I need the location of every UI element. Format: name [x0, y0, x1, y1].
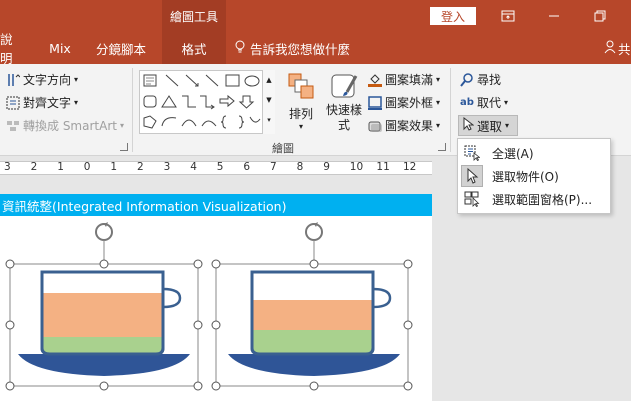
- ribbon-separator: [132, 68, 133, 152]
- cursor-icon: [461, 165, 483, 187]
- find-label: 尋找: [477, 73, 502, 87]
- share-button[interactable]: 共: [604, 32, 631, 64]
- align-text-label: 對齊文字: [23, 96, 72, 110]
- ruler-number: 12: [403, 161, 417, 173]
- context-tool-label: 繪圖工具: [162, 0, 226, 32]
- rotate-handle-icon[interactable]: [95, 222, 113, 264]
- scroll-up-icon[interactable]: ▲: [263, 70, 275, 90]
- align-text-icon: [6, 96, 20, 110]
- smartart-label: 轉換成 SmartArt: [23, 119, 117, 133]
- text-direction-button[interactable]: 文字方向 ▾: [6, 71, 78, 88]
- select-button[interactable]: 選取 ▾: [458, 115, 518, 136]
- quick-styles-button[interactable]: 快速樣式: [322, 72, 366, 133]
- convert-smartart-button[interactable]: 轉換成 SmartArt ▾: [6, 117, 124, 134]
- share-label: 共: [618, 41, 631, 57]
- ruler-number: 2: [30, 161, 38, 173]
- menu-item-label: 全選(A): [492, 146, 534, 161]
- restore-icon[interactable]: [590, 6, 610, 26]
- lightbulb-icon: [234, 40, 246, 57]
- arrange-button[interactable]: 排列 ▾: [284, 72, 318, 131]
- quick-styles-label: 快速樣式: [325, 103, 362, 132]
- ruler-number: 0: [83, 161, 91, 173]
- ruler-number: 11: [376, 161, 390, 173]
- ruler-number: 4: [190, 161, 197, 173]
- ruler-number: 9: [323, 161, 330, 173]
- chevron-down-icon: ▾: [119, 121, 124, 130]
- effects-icon: [368, 119, 382, 133]
- select-label: 選取: [477, 119, 503, 134]
- drawing-group-launcher-icon[interactable]: [438, 143, 446, 151]
- menu-item-select-objects[interactable]: 選取物件(O): [458, 164, 610, 188]
- person-icon: [604, 40, 618, 57]
- tab-help[interactable]: 說明: [0, 32, 24, 66]
- ruler-number: 2: [137, 161, 144, 173]
- tab-format[interactable]: 格式: [162, 32, 226, 64]
- shape-effects-button[interactable]: 圖案效果 ▾: [368, 117, 440, 134]
- tell-me-search[interactable]: 告訴我您想做什麼: [234, 32, 350, 64]
- ruler-number: 5: [216, 161, 224, 173]
- drawing-group-label: 繪圖: [272, 142, 294, 155]
- ruler-number: 3: [163, 161, 171, 173]
- ruler-number: 1: [110, 161, 118, 173]
- shapes-gallery-icons: [143, 74, 261, 129]
- text-group-launcher-icon[interactable]: [120, 143, 128, 151]
- chevron-down-icon: ▾: [436, 121, 441, 130]
- cups-illustration[interactable]: [0, 216, 432, 401]
- ruler-number: 6: [243, 161, 251, 173]
- chevron-down-icon: ▾: [436, 75, 441, 84]
- tell-me-label: 告訴我您想做什麼: [250, 41, 351, 57]
- ruler-number: 8: [296, 161, 304, 173]
- search-icon: [460, 72, 474, 87]
- more-shapes-icon[interactable]: ▾: [263, 110, 275, 130]
- replace-icon: ab: [460, 96, 474, 108]
- arrange-label: 排列: [288, 107, 313, 121]
- menu-item-label: 選取物件(O): [492, 169, 559, 184]
- gallery-scrollbar[interactable]: ▲ ▼ ▾: [262, 70, 275, 134]
- smartart-icon: [6, 119, 20, 133]
- shape-effects-label: 圖案效果: [385, 119, 434, 133]
- shape-outline-button[interactable]: 圖案外框 ▾: [368, 94, 440, 111]
- ruler-number: 3: [4, 161, 11, 173]
- signin-button[interactable]: 登入: [430, 7, 476, 25]
- replace-label: 取代: [477, 96, 502, 110]
- select-all-icon: [461, 142, 483, 164]
- chevron-down-icon: ▾: [504, 98, 509, 107]
- shapes-gallery[interactable]: [139, 70, 275, 134]
- shape-fill-button[interactable]: 圖案填滿 ▾: [368, 71, 440, 88]
- tab-mix[interactable]: Mix: [44, 32, 76, 64]
- ribbon-display-options-icon[interactable]: [498, 6, 518, 26]
- shape-fill-label: 圖案填滿: [385, 73, 434, 87]
- chevron-down-icon: ▾: [74, 75, 79, 84]
- align-text-button[interactable]: 對齊文字 ▾: [6, 94, 78, 111]
- ribbon-separator: [450, 68, 451, 152]
- replace-button[interactable]: ab 取代 ▾: [460, 94, 508, 111]
- ruler-number: 1: [57, 161, 64, 173]
- shape-outline-label: 圖案外框: [385, 96, 434, 110]
- chevron-down-icon: ▾: [74, 98, 79, 107]
- text-direction-label: 文字方向: [23, 73, 72, 87]
- ruler-number: 10: [349, 161, 364, 173]
- tab-storyboard[interactable]: 分鏡腳本: [90, 32, 152, 64]
- arrange-icon: [287, 72, 315, 103]
- slide-title[interactable]: 資訊統整(Integrated Information Visualizatio…: [0, 194, 432, 216]
- paint-bucket-icon: [368, 73, 382, 87]
- quick-styles-icon: [329, 72, 359, 103]
- chevron-down-icon: ▾: [436, 98, 441, 107]
- cursor-icon: [462, 116, 475, 134]
- rotate-handle-icon[interactable]: [305, 222, 323, 264]
- chevron-down-icon: ▾: [298, 122, 303, 131]
- scroll-down-icon[interactable]: ▼: [263, 90, 275, 110]
- pen-icon: [368, 95, 382, 110]
- find-button[interactable]: 尋找: [460, 71, 501, 88]
- menu-item-label: 選取範圍窗格(P)...: [492, 192, 593, 207]
- selection-pane-icon: [461, 188, 483, 210]
- menu-item-selection-pane[interactable]: 選取範圍窗格(P)...: [458, 187, 610, 211]
- text-direction-icon: [6, 73, 21, 87]
- chevron-down-icon: ▾: [505, 121, 510, 130]
- title-bar: [0, 0, 631, 32]
- menu-item-select-all[interactable]: 全選(A): [458, 141, 610, 165]
- ruler-number: 7: [270, 161, 277, 173]
- minimize-icon[interactable]: [544, 6, 564, 26]
